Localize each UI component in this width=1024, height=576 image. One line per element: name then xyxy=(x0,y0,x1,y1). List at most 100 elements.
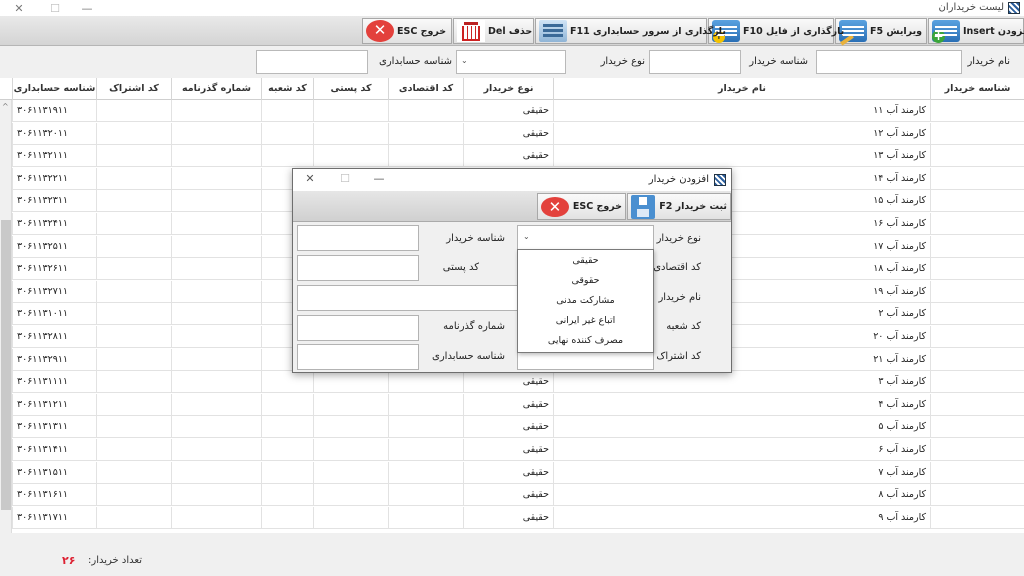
cell-subscription-code[interactable] xyxy=(96,484,171,507)
cell-passport[interactable] xyxy=(171,190,261,213)
cell-passport[interactable] xyxy=(171,506,261,529)
filter-buyer-name-input[interactable] xyxy=(816,50,962,74)
cell-branch-code[interactable] xyxy=(261,484,313,507)
close-window-icon[interactable]: ✕ xyxy=(12,1,26,15)
cell-accounting-id[interactable]: ۳۰۶۱۱۳۱۱۱۱ xyxy=(12,371,96,394)
col-subscription-code[interactable]: کد اشتراک xyxy=(96,78,171,100)
cell-subscription-code[interactable] xyxy=(96,393,171,416)
cell-branch-code[interactable] xyxy=(261,371,313,394)
cell-accounting-id[interactable]: ۳۰۶۱۱۳۱۴۱۱ xyxy=(12,439,96,461)
cell-passport[interactable] xyxy=(171,167,261,190)
dlg-buyer-type-select[interactable]: ⌄ xyxy=(517,225,654,251)
cell-passport[interactable] xyxy=(171,484,261,507)
col-buyer-id[interactable]: شناسه خریدار xyxy=(930,78,1024,100)
cell-buyer-id[interactable] xyxy=(930,167,1024,190)
exit-button[interactable]: ✕ خروج ESC xyxy=(362,18,452,44)
cell-passport[interactable] xyxy=(171,461,261,484)
cell-economic-code[interactable] xyxy=(388,461,463,484)
cell-subscription-code[interactable] xyxy=(96,461,171,484)
cell-subscription-code[interactable] xyxy=(96,326,171,348)
cell-buyer-name[interactable]: کارمند آب ۱۲ xyxy=(553,122,930,145)
col-branch-code[interactable]: کد شعبه xyxy=(261,78,313,100)
cell-subscription-code[interactable] xyxy=(96,145,171,168)
dlg-buyer-id-input[interactable] xyxy=(297,225,419,251)
cell-buyer-type[interactable]: حقیقی xyxy=(463,371,553,394)
cell-postal-code[interactable] xyxy=(313,122,388,145)
cell-economic-code[interactable] xyxy=(388,122,463,145)
cell-buyer-id[interactable] xyxy=(930,235,1024,258)
maximize-window-icon[interactable]: ☐ xyxy=(48,1,62,15)
cell-postal-code[interactable] xyxy=(313,484,388,507)
col-postal-code[interactable]: کد پستی xyxy=(313,78,388,100)
delete-button[interactable]: حذف Del xyxy=(453,18,534,44)
cell-subscription-code[interactable] xyxy=(96,303,171,326)
cell-accounting-id[interactable]: ۳۰۶۱۱۳۲۱۱۱ xyxy=(12,145,96,168)
cell-subscription-code[interactable] xyxy=(96,235,171,258)
cell-buyer-id[interactable] xyxy=(930,484,1024,507)
cell-subscription-code[interactable] xyxy=(96,416,171,439)
cell-buyer-id[interactable] xyxy=(930,461,1024,484)
cell-passport[interactable] xyxy=(171,100,261,122)
table-row[interactable]: کارمند آب ۸ حقیقی ۳۰۶۱۱۳۱۶۱۱ xyxy=(0,484,1024,507)
option-civil-partnership[interactable]: مشارکت مدنی xyxy=(518,291,653,311)
cell-buyer-id[interactable] xyxy=(930,393,1024,416)
cell-passport[interactable] xyxy=(171,371,261,394)
cell-buyer-id[interactable] xyxy=(930,280,1024,303)
scroll-up-icon[interactable]: ^ xyxy=(2,102,9,111)
cell-postal-code[interactable] xyxy=(313,439,388,461)
cell-accounting-id[interactable]: ۳۰۶۱۱۳۱۹۱۱ xyxy=(12,100,96,122)
cell-passport[interactable] xyxy=(171,416,261,439)
cell-buyer-type[interactable]: حقیقی xyxy=(463,416,553,439)
dlg-passport-input[interactable] xyxy=(297,315,419,341)
cell-branch-code[interactable] xyxy=(261,100,313,122)
import-server-button[interactable]: بارگذاری از سرور حسابداری F11 xyxy=(535,18,726,44)
table-row[interactable]: کارمند آب ۴ حقیقی ۳۰۶۱۱۳۱۲۱۱ xyxy=(0,393,1024,416)
cell-buyer-type[interactable]: حقیقی xyxy=(463,439,553,461)
cell-accounting-id[interactable]: ۳۰۶۱۱۳۲۶۱۱ xyxy=(12,258,96,281)
cell-buyer-type[interactable]: حقیقی xyxy=(463,484,553,507)
scrollbar-thumb[interactable] xyxy=(1,220,11,510)
save-buyer-button[interactable]: ثبت خریدار F2 xyxy=(627,193,731,220)
option-hoghoghi[interactable]: حقوقی xyxy=(518,271,653,291)
cell-buyer-id[interactable] xyxy=(930,348,1024,371)
cell-accounting-id[interactable]: ۳۰۶۱۱۳۱۷۱۱ xyxy=(12,506,96,529)
cell-subscription-code[interactable] xyxy=(96,371,171,394)
cell-economic-code[interactable] xyxy=(388,145,463,168)
cell-buyer-id[interactable] xyxy=(930,326,1024,348)
cell-economic-code[interactable] xyxy=(388,416,463,439)
table-row[interactable]: کارمند آب ۱۲ حقیقی ۳۰۶۱۱۳۲۰۱۱ xyxy=(0,122,1024,145)
cell-accounting-id[interactable]: ۳۰۶۱۱۳۲۴۱۱ xyxy=(12,213,96,235)
cell-accounting-id[interactable]: ۳۰۶۱۱۳۱۰۱۱ xyxy=(12,303,96,326)
cell-buyer-type[interactable]: حقیقی xyxy=(463,461,553,484)
dlg-accounting-id-input[interactable] xyxy=(297,344,419,370)
cell-subscription-code[interactable] xyxy=(96,190,171,213)
cell-subscription-code[interactable] xyxy=(96,439,171,461)
cell-economic-code[interactable] xyxy=(388,506,463,529)
cell-buyer-name[interactable]: کارمند آب ۷ xyxy=(553,461,930,484)
cell-accounting-id[interactable]: ۳۰۶۱۱۳۲۳۱۱ xyxy=(12,190,96,213)
cell-subscription-code[interactable] xyxy=(96,348,171,371)
grid-scrollbar[interactable]: ^ xyxy=(0,100,12,533)
dialog-minimize-icon[interactable]: — xyxy=(372,172,386,185)
cell-postal-code[interactable] xyxy=(313,100,388,122)
cell-postal-code[interactable] xyxy=(313,145,388,168)
cell-accounting-id[interactable]: ۳۰۶۱۱۳۲۵۱۱ xyxy=(12,235,96,258)
cell-buyer-id[interactable] xyxy=(930,303,1024,326)
cell-passport[interactable] xyxy=(171,258,261,281)
dialog-exit-button[interactable]: ✕ خروج ESC xyxy=(537,193,626,220)
cell-postal-code[interactable] xyxy=(313,416,388,439)
cell-subscription-code[interactable] xyxy=(96,280,171,303)
cell-accounting-id[interactable]: ۳۰۶۱۱۳۲۷۱۱ xyxy=(12,280,96,303)
cell-postal-code[interactable] xyxy=(313,393,388,416)
cell-accounting-id[interactable]: ۳۰۶۱۱۳۲۹۱۱ xyxy=(12,348,96,371)
filter-accounting-id-input[interactable] xyxy=(256,50,368,74)
filter-buyer-type-select[interactable]: ⌄ xyxy=(456,50,566,74)
cell-branch-code[interactable] xyxy=(261,122,313,145)
cell-buyer-id[interactable] xyxy=(930,145,1024,168)
table-row[interactable]: کارمند آب ۶ حقیقی ۳۰۶۱۱۳۱۴۱۱ xyxy=(0,439,1024,461)
cell-buyer-name[interactable]: کارمند آب ۸ xyxy=(553,484,930,507)
option-foreign-nationals[interactable]: اتباع غیر ایرانی xyxy=(518,311,653,331)
table-row[interactable]: کارمند آب ۷ حقیقی ۳۰۶۱۱۳۱۵۱۱ xyxy=(0,461,1024,484)
cell-buyer-type[interactable]: حقیقی xyxy=(463,393,553,416)
cell-postal-code[interactable] xyxy=(313,371,388,394)
